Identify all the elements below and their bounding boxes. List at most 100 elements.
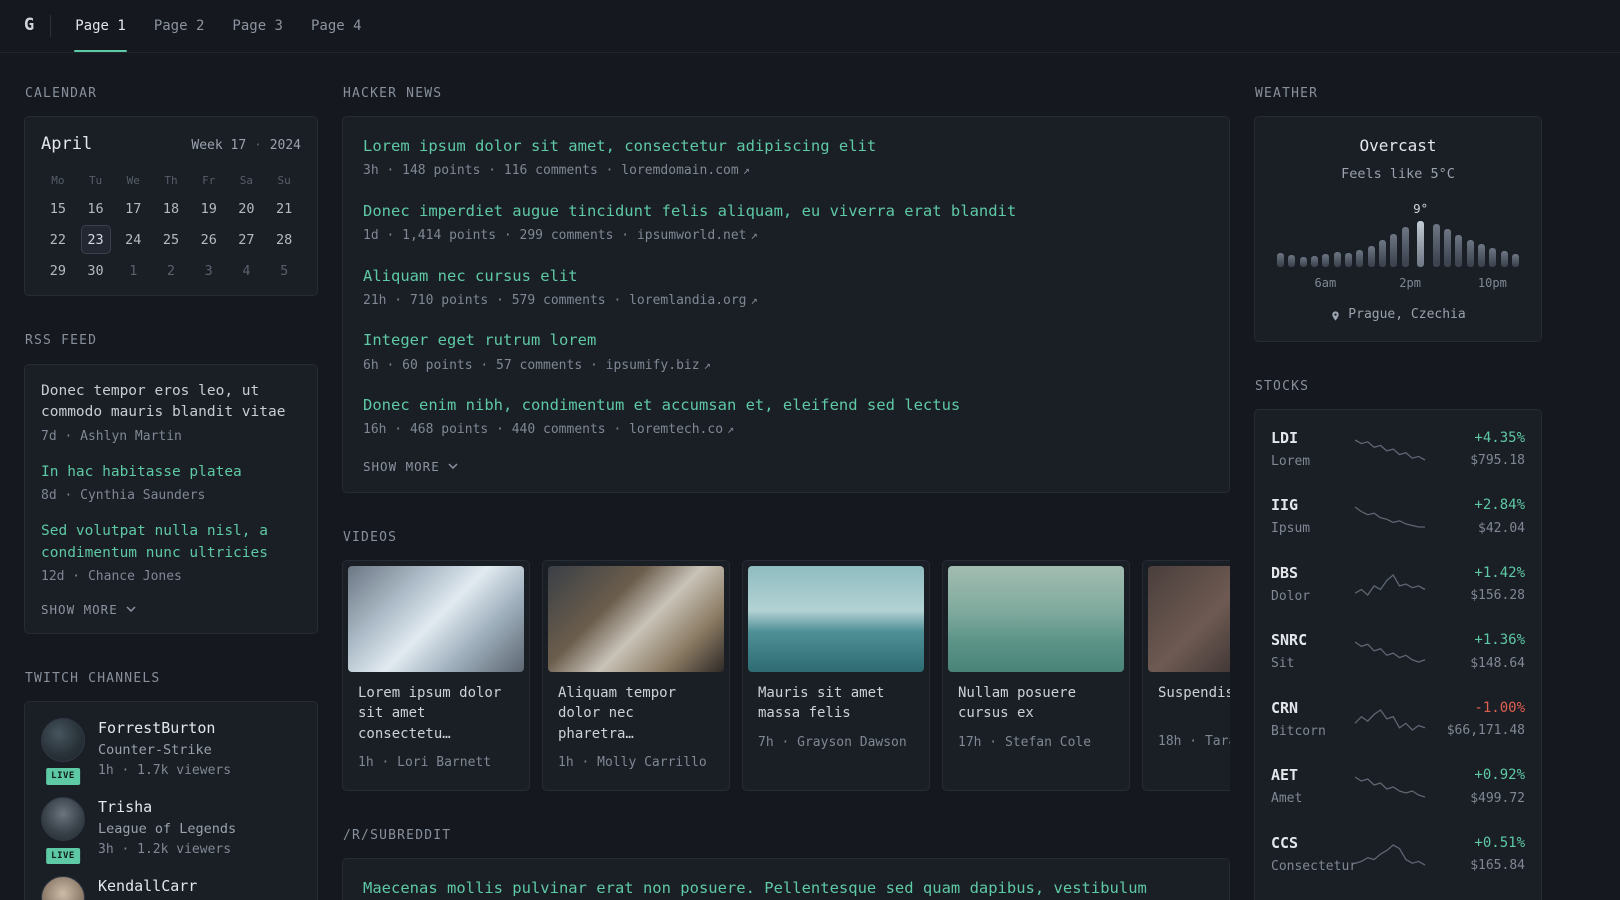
calendar-day[interactable]: 24 [118,225,148,254]
twitch-channel-name[interactable]: Trisha [98,797,236,818]
calendar-day[interactable]: 3 [194,256,224,285]
video-title[interactable]: Lorem ipsum dolor sit amet consectetu… [358,683,514,744]
rss-item-title[interactable]: In hac habitasse platea [41,462,301,484]
subreddit-post-title[interactable]: Maecenas mollis pulvinar erat non posuer… [363,877,1209,900]
weather-bar-cell [1288,251,1296,268]
hackernews-item-title[interactable]: Donec enim nibh, condimentum et accumsan… [363,394,1209,417]
weather-bar [1443,229,1451,268]
calendar-day[interactable]: 26 [194,225,224,254]
stock-row[interactable]: DBS Dolor +1.42% $156.28 [1271,551,1525,619]
calendar-day[interactable]: 22 [43,225,73,254]
calendar-day[interactable]: 1 [118,256,148,285]
calendar-day[interactable]: 19 [194,194,224,223]
stock-values: +1.42% $156.28 [1437,564,1525,606]
calendar-day[interactable]: 21 [269,194,299,223]
video-title[interactable]: Suspendisse diam [1158,683,1230,723]
stock-values: +2.84% $42.04 [1437,496,1525,538]
hackernews-item-domain[interactable]: ipsumworld.net [637,228,747,243]
calendar-week: Week 17 [191,138,247,154]
external-link-icon: ↗ [742,163,750,178]
video-title[interactable]: Mauris sit amet massa felis [758,683,914,724]
calendar-day[interactable]: 25 [156,225,186,254]
hackernews-item: Integer eget rutrum lorem 6h · 60 points… [363,329,1209,375]
calendar-day[interactable]: 29 [43,256,73,285]
twitch-channel-name[interactable]: ForrestBurton [98,718,231,739]
calendar-day[interactable]: 23 [80,225,111,255]
video-thumbnail[interactable] [748,566,924,673]
chevron-down-icon [126,606,136,613]
rss-item-title[interactable]: Sed volutpat nulla nisl, a condimentum n… [41,521,301,565]
hackernews-show-more-button[interactable]: Show more [363,459,458,474]
stock-row[interactable]: CRN Bitcorn -1.00% $66,171.48 [1271,686,1525,754]
stock-name: Ipsum [1271,521,1311,537]
stock-symbol: AET [1271,766,1299,785]
calendar-day[interactable]: 30 [81,256,111,285]
stock-row[interactable]: SNRC Sit +1.36% $148.64 [1271,618,1525,686]
twitch-channel-row[interactable]: LIVE ForrestBurton Counter-Strike 1h · 1… [41,718,301,788]
calendar-day[interactable]: 5 [269,256,299,285]
hackernews-item-domain[interactable]: loremtech.co [629,422,723,437]
calendar-day[interactable]: 20 [231,194,261,223]
stock-id: CCS Consectetur [1271,833,1357,877]
video-card[interactable]: Aliquam tempor dolor nec pharetra… 1h · … [542,560,730,791]
page-tab[interactable]: Page 1 [61,0,140,52]
weather-bar-cell [1311,252,1319,268]
weather-widget: Weather Overcast Feels like 5°C [1254,85,1542,342]
calendar-dow-label: We [126,173,140,187]
stock-name: Amet [1271,791,1303,807]
video-thumbnail[interactable] [348,566,524,673]
video-thumbnail[interactable] [948,566,1124,673]
calendar-day[interactable]: 27 [231,225,261,254]
rss-item-title[interactable]: Donec tempor eros leo, ut commodo mauris… [41,381,301,425]
calendar-day[interactable]: 17 [118,194,148,223]
video-card[interactable]: Suspendisse diam 18h · Tara [1142,560,1230,791]
hackernews-item-title[interactable]: Integer eget rutrum lorem [363,329,1209,352]
calendar-day[interactable]: 2 [156,256,186,285]
stock-price: $165.84 [1470,858,1525,874]
video-card[interactable]: Mauris sit amet massa felis 7h · Grayson… [742,560,930,791]
calendar-day[interactable]: 16 [81,194,111,223]
hackernews-item-title[interactable]: Donec imperdiet augue tincidunt felis al… [363,200,1209,223]
weather-bar [1299,257,1307,268]
hackernews-item-domain[interactable]: ipsumify.biz [606,358,700,373]
stock-row[interactable]: CCS Consectetur +0.51% $165.84 [1271,821,1525,889]
calendar-week-year: Week 17 · 2024 [191,137,301,155]
twitch-channel-name[interactable]: KendallCarr [98,876,197,897]
twitch-channel-row[interactable]: LIVE Trisha League of Legends 3h · 1.2k … [41,797,301,867]
weather-bars: 9° [1277,199,1519,268]
video-thumbnail[interactable] [548,566,724,673]
stock-symbol: IIG [1271,496,1299,515]
stock-row[interactable]: LDI Lorem +4.35% $795.18 [1271,416,1525,484]
hackernews-item-domain[interactable]: loremdomain.com [621,163,738,178]
page-tab[interactable]: Page 4 [297,0,376,52]
video-thumbnail[interactable] [1148,566,1230,673]
stock-row[interactable]: AET Amet +0.92% $499.72 [1271,753,1525,821]
page-tab[interactable]: Page 3 [218,0,297,52]
app-logo[interactable]: G [24,14,50,38]
weather-bar [1511,254,1519,268]
hackernews-item-title[interactable]: Aliquam nec cursus elit [363,265,1209,288]
video-card[interactable]: Nullam posuere cursus ex 17h · Stefan Co… [942,560,1130,791]
calendar-day[interactable]: 4 [231,256,261,285]
hackernews-item-meta: 16h · 468 points · 440 comments · loremt… [363,420,1209,440]
calendar-day[interactable]: 28 [269,225,299,254]
weather-bar-cell [1401,223,1409,268]
page-tab[interactable]: Page 2 [140,0,219,52]
video-title[interactable]: Nullam posuere cursus ex [958,683,1114,724]
hackernews-item-domain[interactable]: loremlandia.org [629,293,746,308]
calendar-day[interactable]: 15 [43,194,73,223]
hackernews-item-title[interactable]: Lorem ipsum dolor sit amet, consectetur … [363,135,1209,158]
video-card[interactable]: Lorem ipsum dolor sit amet consectetu… 1… [342,560,530,791]
stock-row[interactable]: AHS +0.46% [1271,888,1525,900]
stock-change: +1.36% [1474,632,1525,649]
video-title[interactable]: Aliquam tempor dolor nec pharetra… [558,683,714,744]
twitch-channel-row[interactable]: LIVE KendallCarr [41,876,301,900]
weather-bar-cell [1322,250,1330,268]
stock-row[interactable]: IIG Ipsum +2.84% $42.04 [1271,483,1525,551]
weather-section-title: Weather [1255,86,1319,101]
stock-price: $795.18 [1470,453,1525,469]
rss-show-more-button[interactable]: Show more [41,602,136,617]
calendar-day[interactable]: 18 [156,194,186,223]
rss-list: Donec tempor eros leo, ut commodo mauris… [41,381,301,587]
subreddit-section-title: /r/subreddit [343,827,452,843]
